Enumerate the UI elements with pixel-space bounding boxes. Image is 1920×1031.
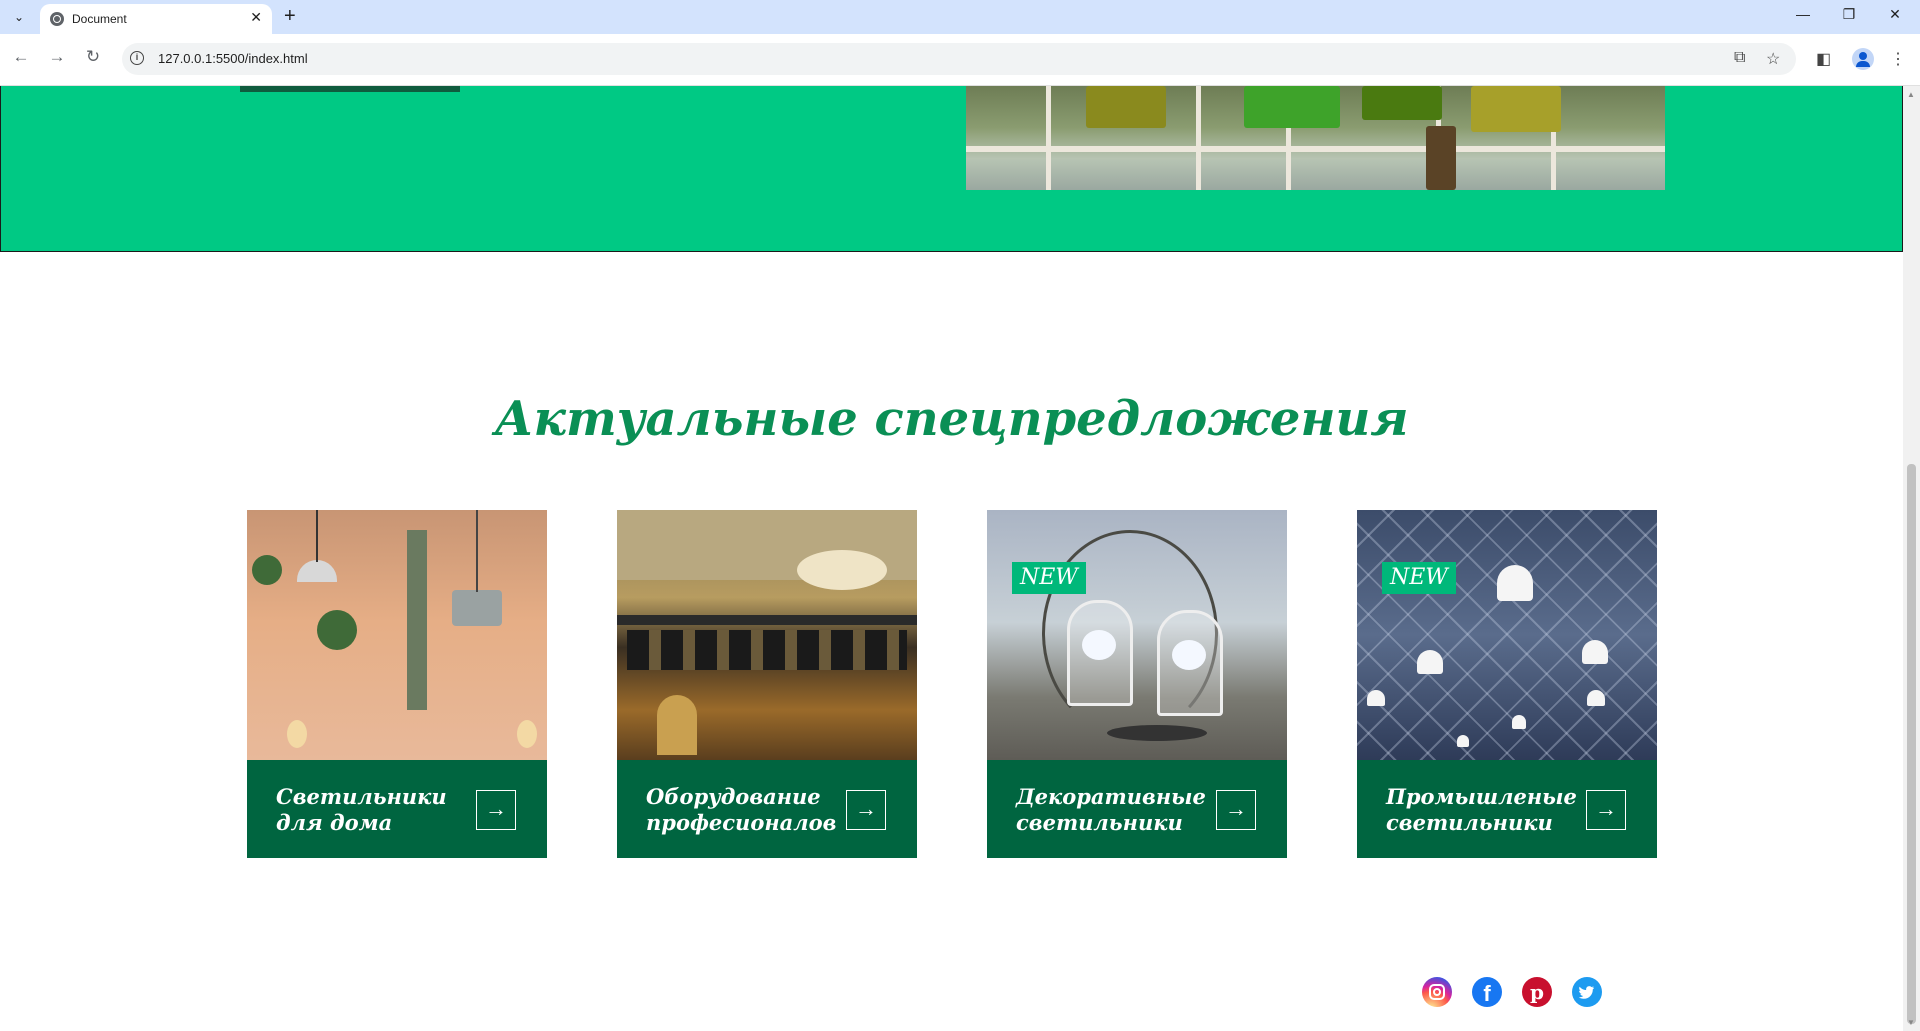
arrow-right-icon[interactable]: → [476, 790, 516, 830]
arrow-right-icon[interactable]: → [1216, 790, 1256, 830]
tab-title: Document [72, 12, 127, 26]
forward-arrow-icon[interactable]: → [44, 47, 70, 67]
minimize-icon[interactable]: — [1780, 6, 1826, 22]
arrow-right-icon[interactable]: → [1586, 790, 1626, 830]
section-title: Актуальные спецпредложения [494, 391, 1409, 447]
card-label: Промышленые светильники [1386, 784, 1577, 835]
twitter-icon[interactable] [1572, 977, 1602, 1007]
new-tab-button[interactable]: + [284, 6, 296, 26]
card-label: Светильники для дома [276, 784, 447, 835]
card-label: Декоративные светильники [1016, 784, 1206, 835]
url-text[interactable]: 127.0.0.1:5500/index.html [158, 51, 308, 66]
instagram-icon[interactable] [1422, 977, 1452, 1007]
pinterest-icon[interactable]: p [1522, 977, 1552, 1007]
card-label: Оборудование професионалов [646, 784, 837, 835]
globe-icon [50, 12, 64, 26]
arrow-right-icon[interactable]: → [846, 790, 886, 830]
card-footer: Светильники для дома → [247, 760, 547, 858]
card-image-industrial-lamps [1357, 510, 1657, 760]
offer-card-professional-equipment[interactable]: Оборудование професионалов → [617, 510, 917, 858]
page-viewport: Актуальные спецпредложения Светильники д… [0, 86, 1903, 1031]
offer-card-industrial-lamps[interactable]: NEW Промышленые светильники → [1357, 510, 1657, 858]
tab-strip: ⌄ Document ✕ + — ❐ ✕ [0, 0, 1920, 34]
bookmark-star-icon[interactable]: ☆ [1766, 49, 1780, 69]
new-badge: NEW [1012, 562, 1086, 594]
offer-card-decorative-lamps[interactable]: NEW Декоративные светильники → [987, 510, 1287, 858]
card-image-decorative-lamps [987, 510, 1287, 760]
page-scrollbar[interactable]: ▲ ▼ [1903, 86, 1920, 1031]
active-tab[interactable]: Document ✕ [40, 4, 272, 34]
browser-toolbar: ← → ↻ i 127.0.0.1:5500/index.html ⧉ ☆ ◧ … [0, 34, 1920, 86]
side-panel-icon[interactable]: ◧ [1816, 49, 1831, 69]
scroll-thumb[interactable] [1907, 464, 1916, 1024]
hero-button-edge[interactable] [240, 86, 460, 92]
scroll-up-icon[interactable]: ▲ [1907, 90, 1915, 99]
card-footer: Промышленые светильники → [1357, 760, 1657, 858]
card-image-home-lamps [247, 510, 547, 760]
new-badge: NEW [1382, 562, 1456, 594]
close-tab-icon[interactable]: ✕ [250, 9, 262, 26]
offer-card-home-lamps[interactable]: Светильники для дома → [247, 510, 547, 858]
profile-avatar[interactable] [1852, 48, 1874, 70]
back-arrow-icon[interactable]: ← [8, 47, 34, 67]
hero-image [966, 86, 1665, 190]
window-close-icon[interactable]: ✕ [1872, 6, 1918, 23]
hero-section [0, 86, 1903, 252]
card-footer: Декоративные светильники → [987, 760, 1287, 858]
card-image-professional-equipment [617, 510, 917, 760]
site-info-icon[interactable]: i [130, 51, 144, 65]
address-bar[interactable]: i 127.0.0.1:5500/index.html ⧉ ☆ [122, 43, 1796, 75]
card-footer: Оборудование професионалов → [617, 760, 917, 858]
tab-search-dropdown-icon[interactable]: ⌄ [8, 7, 30, 27]
reload-icon[interactable]: ↻ [80, 47, 106, 67]
translate-icon[interactable]: ⧉ [1734, 49, 1745, 67]
restore-icon[interactable]: ❐ [1826, 6, 1872, 23]
menu-kebab-icon[interactable]: ⋮ [1890, 49, 1906, 69]
scroll-down-icon[interactable]: ▼ [1907, 1018, 1915, 1027]
facebook-icon[interactable]: f [1472, 977, 1502, 1007]
